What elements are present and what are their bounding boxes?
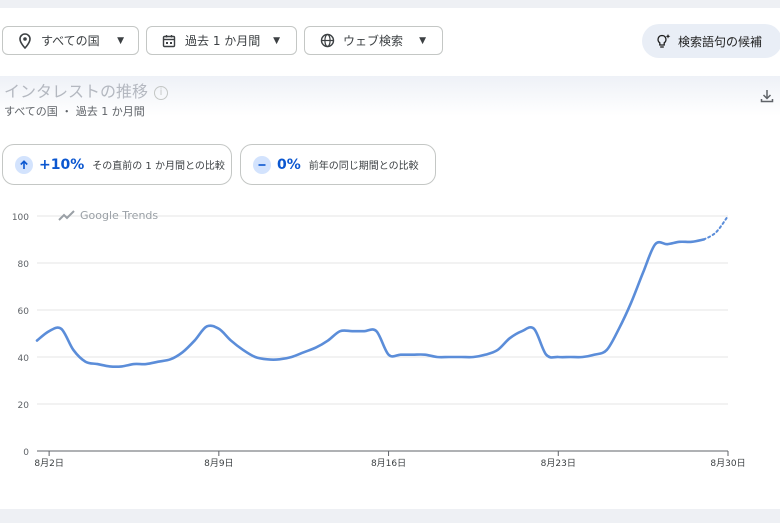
y-tick-label: 40 <box>18 354 30 364</box>
trend-line <box>35 238 706 368</box>
comparison-chip-previous-year[interactable]: 0% 前年の同じ期間との比較 <box>240 144 436 185</box>
x-tick-label: 8月16日 <box>371 458 406 469</box>
comparison-label: 前年の同じ期間との比較 <box>308 161 419 172</box>
search-type-filter[interactable]: ウェブ検索 ▼ <box>304 26 443 55</box>
search-suggestions-button[interactable]: 検索語句の候補 <box>642 24 780 58</box>
google-trends-watermark: Google Trends <box>58 209 158 222</box>
search-type-filter-label: ウェブ検索 <box>343 34 404 48</box>
interest-over-time-chart: 0 20 40 60 80 100 8月2日 8月9日 8月16日 8月23日 8月30日 <box>12 213 746 469</box>
x-tick-label: 8月30日 <box>710 458 745 469</box>
chevron-down-icon: ▼ <box>117 35 124 46</box>
comparison-value: +10% <box>39 156 85 173</box>
country-filter-label: すべての国 <box>41 34 100 48</box>
y-tick-label: 60 <box>18 307 30 317</box>
country-filter[interactable]: すべての国 ▼ <box>2 26 139 55</box>
card-title: インタレストの推移 i <box>4 78 169 102</box>
y-tick-label: 20 <box>18 401 30 411</box>
card-subtitle: すべての国 ・ 過去 1 か月間 <box>4 105 145 118</box>
x-tick-label: 8月9日 <box>204 458 233 469</box>
globe-icon <box>319 33 335 49</box>
bottom-strip <box>0 509 780 523</box>
top-strip <box>0 0 780 8</box>
google-trends-label: Google Trends <box>80 209 159 222</box>
trend-line-partial <box>702 215 729 241</box>
comparison-chip-previous-month[interactable]: +10% その直前の 1 か月間との比較 <box>2 144 232 185</box>
search-suggestions-label: 検索語句の候補 <box>678 34 763 49</box>
comparison-label: その直前の 1 か月間との比較 <box>92 161 225 172</box>
x-tick-label: 8月2日 <box>34 458 63 469</box>
card-title-text: インタレストの推移 <box>4 82 149 101</box>
arrow-up-icon <box>15 155 33 174</box>
location-pin-icon <box>17 32 33 49</box>
trend-line-icon <box>58 209 76 222</box>
lightbulb-sparkle-icon <box>656 33 672 49</box>
comparison-value: 0% <box>277 156 301 173</box>
y-tick-label: 0 <box>23 448 29 458</box>
chevron-down-icon: ▼ <box>273 35 280 46</box>
download-icon[interactable] <box>759 88 775 104</box>
info-icon[interactable]: i <box>154 86 169 100</box>
y-tick-label: 100 <box>12 213 29 223</box>
calendar-icon <box>161 33 177 49</box>
y-tick-label: 80 <box>18 260 30 270</box>
minus-icon <box>253 155 271 174</box>
period-filter-label: 過去 1 か月間 <box>185 34 261 48</box>
period-filter[interactable]: 過去 1 か月間 ▼ <box>146 26 297 55</box>
x-tick-label: 8月23日 <box>541 458 576 469</box>
chevron-down-icon: ▼ <box>419 35 426 46</box>
